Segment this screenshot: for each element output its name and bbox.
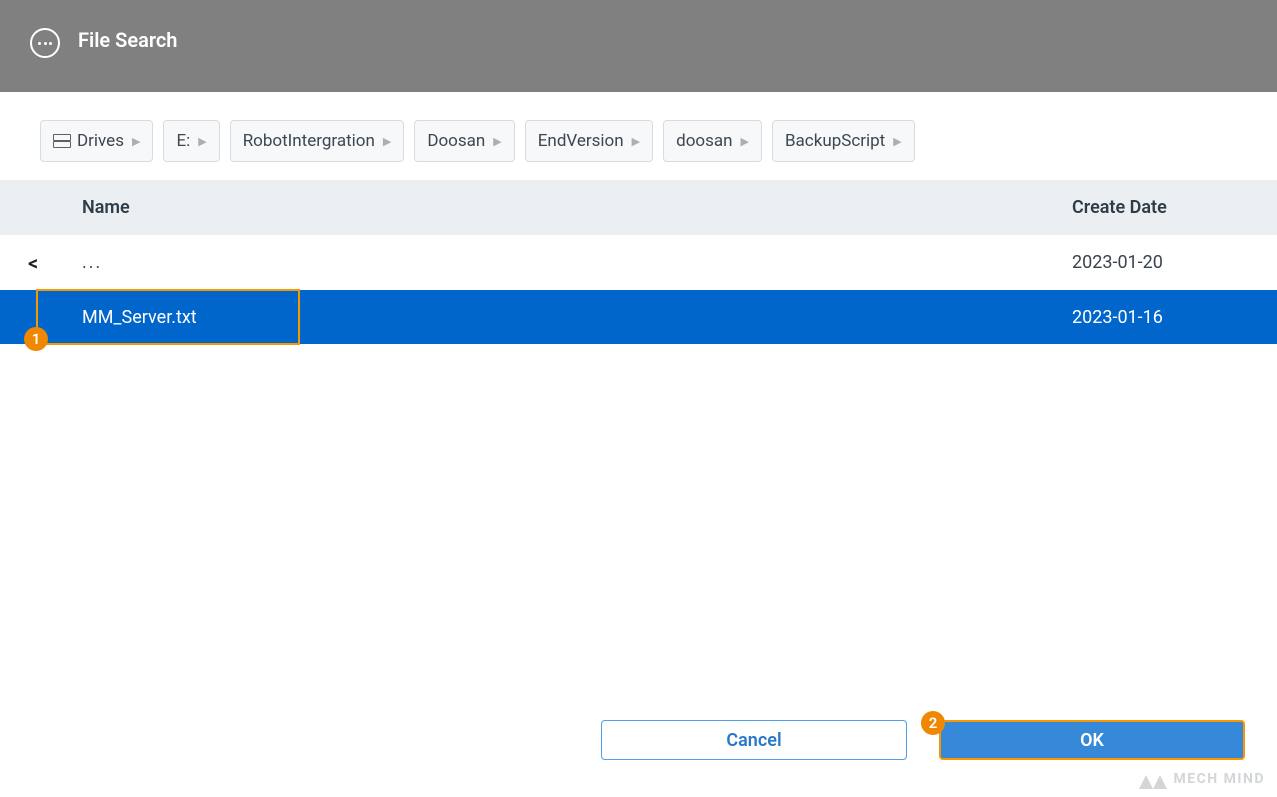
chevron-right-icon: ▶ (741, 135, 749, 148)
ellipsis-icon (38, 42, 52, 45)
breadcrumb: Drives ▶ E: ▶ RobotIntergration ▶ Doosan… (0, 92, 1277, 180)
drives-icon (53, 134, 69, 148)
breadcrumb-endversion[interactable]: EndVersion ▶ (525, 120, 653, 162)
watermark: MECH MIND (1138, 769, 1265, 789)
chevron-right-icon: ▶ (632, 135, 640, 148)
row-parent-name: ... (50, 252, 1072, 273)
chevron-right-icon: ▶ (493, 135, 501, 148)
breadcrumb-robotintergration[interactable]: RobotIntergration ▶ (230, 120, 405, 162)
breadcrumb-label: BackupScript (785, 131, 885, 151)
breadcrumb-doosan[interactable]: Doosan ▶ (414, 120, 514, 162)
breadcrumb-doosan-2[interactable]: doosan ▶ (663, 120, 762, 162)
row-file-name: MM_Server.txt (0, 307, 1072, 328)
chevron-right-icon: ▶ (893, 135, 901, 148)
watermark-text: MECH MIND (1174, 771, 1265, 787)
cancel-button[interactable]: Cancel (601, 720, 907, 760)
breadcrumb-label: RobotIntergration (243, 131, 375, 151)
ok-button[interactable]: OK (939, 720, 1245, 760)
breadcrumb-label: E: (176, 131, 190, 151)
chevron-right-icon: ▶ (198, 135, 206, 148)
chevron-left-icon: < (0, 251, 50, 275)
breadcrumb-e[interactable]: E: ▶ (163, 120, 219, 162)
column-name: Name (0, 197, 1072, 218)
annotation-badge-1: 1 (24, 327, 48, 351)
breadcrumb-label: Doosan (427, 131, 485, 151)
chevron-right-icon: ▶ (132, 135, 140, 148)
annotation-badge-2: 2 (921, 711, 945, 735)
breadcrumb-label: doosan (676, 131, 732, 151)
app-header: File Search (0, 0, 1277, 92)
page-title: File Search (78, 28, 177, 52)
breadcrumb-backupscript[interactable]: BackupScript ▶ (772, 120, 915, 162)
row-parent-date: 2023-01-20 (1072, 252, 1277, 273)
breadcrumb-drives[interactable]: Drives ▶ (40, 120, 153, 162)
row-file-date: 2023-01-16 (1072, 307, 1277, 328)
breadcrumb-label: EndVersion (538, 131, 624, 151)
breadcrumb-label: Drives (77, 131, 124, 151)
table-row-selected[interactable]: MM_Server.txt 2023-01-16 (0, 290, 1277, 344)
column-create-date: Create Date (1072, 197, 1277, 218)
menu-icon[interactable] (30, 28, 60, 58)
watermark-logo-icon (1138, 769, 1168, 789)
table-header: Name Create Date (0, 180, 1277, 235)
chevron-right-icon: ▶ (383, 135, 391, 148)
table-row-parent[interactable]: < ... 2023-01-20 (0, 235, 1277, 290)
